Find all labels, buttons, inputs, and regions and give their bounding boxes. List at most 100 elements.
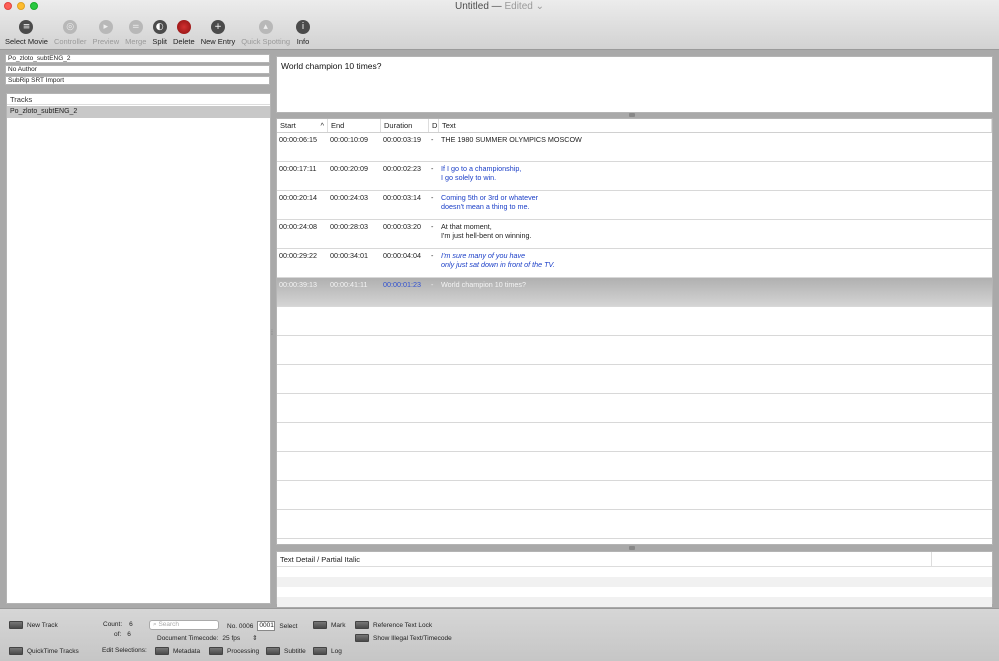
window-title-text: Untitled — (455, 1, 502, 12)
select-movie-button[interactable]: ≡ Select Movie (2, 20, 51, 46)
splitter-grip-icon[interactable] (629, 546, 635, 550)
cell-start: 00:00:06:15 (279, 135, 317, 144)
table-row[interactable]: 00:00:24:08 00:00:28:03 00:00:03:20 - At tha… (277, 220, 992, 249)
document-timecode-label: Document Timecode: (157, 634, 219, 642)
empty-row[interactable] (277, 539, 992, 544)
empty-row[interactable] (277, 307, 992, 336)
info-icon: i (296, 20, 311, 34)
toolbar-label: Split (152, 37, 167, 46)
count-label: Count: (103, 621, 123, 628)
new-entry-button[interactable]: + New Entry (198, 20, 239, 46)
merge-button[interactable]: = Merge (122, 20, 149, 46)
entry-number-input[interactable]: 0001 (257, 621, 276, 631)
window-title: Untitled — Edited ⌄ (0, 1, 999, 12)
new-entry-icon: + (210, 20, 225, 34)
text-detail-title: Text Detail / Partial Italic (280, 552, 932, 566)
show-illegal-button[interactable] (355, 634, 369, 642)
metadata-button[interactable] (155, 647, 169, 655)
of-display: of: 6 (114, 631, 131, 638)
cell-text: If I go to a championship, I go solely t… (441, 164, 522, 182)
log-button[interactable] (313, 647, 327, 655)
chevron-down-icon[interactable]: ⌄ (536, 1, 544, 12)
quicktime-tracks-label: QuickTime Tracks (27, 647, 79, 655)
info-button[interactable]: i Info (293, 20, 313, 46)
merge-icon: = (128, 20, 143, 34)
quick-spotting-button[interactable]: ▴ Quick Spotting (238, 20, 293, 46)
edited-status[interactable]: Edited (504, 1, 532, 12)
cell-d: - (431, 164, 434, 173)
splitter-grip-icon[interactable] (629, 113, 635, 117)
delete-button[interactable]: Delete (170, 20, 198, 46)
log-label: Log (331, 647, 342, 655)
cell-end: 00:00:28:03 (330, 222, 368, 231)
empty-row[interactable] (277, 481, 992, 510)
new-track-control: New Track (9, 621, 58, 629)
split-button[interactable]: ◐ Split (149, 20, 170, 46)
subtitle-text-editor[interactable]: World champion 10 times? (276, 56, 993, 113)
new-track-label: New Track (27, 621, 58, 629)
table-body: 00:00:06:15 00:00:10:09 00:00:03:19- THE 19… (277, 133, 992, 544)
search-input[interactable]: ⌕ Search (149, 620, 219, 630)
cell-d: - (431, 251, 434, 260)
empty-row[interactable] (277, 336, 992, 365)
left-panel: Po_zloto_subtENG_2 No Author SubRip SRT … (5, 54, 271, 604)
table-row[interactable]: 00:00:29:22 00:00:34:01 00:00:04:04 - I'm su… (277, 249, 992, 278)
preview-icon: ▸ (98, 20, 113, 34)
mark-control: Mark (313, 621, 345, 629)
column-text[interactable]: Text (439, 119, 992, 132)
quicktime-tracks-button[interactable] (9, 647, 23, 655)
cell-end: 00:00:41:11 (330, 280, 368, 289)
edit-selections-label: Edit Selections: (102, 647, 147, 654)
table-row[interactable]: 00:00:06:15 00:00:10:09 00:00:03:19 - THE 19… (277, 133, 992, 162)
column-d[interactable]: D (429, 119, 439, 132)
delete-icon (176, 20, 191, 34)
title-field[interactable]: Po_zloto_subtENG_2 (5, 54, 270, 63)
mark-button[interactable] (313, 621, 327, 629)
empty-row[interactable] (277, 510, 992, 539)
toolbar-label: Delete (173, 37, 195, 46)
cell-duration: 00:00:03:14 (383, 193, 421, 202)
cell-duration: 00:00:02:23 (383, 164, 421, 173)
cell-start: 00:00:39:13 (279, 280, 317, 289)
splitter-handle-icon[interactable]: ⁞ (271, 330, 274, 337)
cell-text: THE 1980 SUMMER OLYMPICS MOSCOW (441, 135, 582, 144)
text-detail-panel: Text Detail / Partial Italic (276, 551, 993, 607)
text-detail-header: Text Detail / Partial Italic (277, 552, 992, 567)
empty-row[interactable] (277, 452, 992, 481)
author-field[interactable]: No Author (5, 65, 270, 74)
new-track-button[interactable] (9, 621, 23, 629)
quick-spotting-icon: ▴ (258, 20, 273, 34)
subtitle-button[interactable] (266, 647, 280, 655)
source-field[interactable]: SubRip SRT Import (5, 76, 270, 85)
empty-row[interactable] (277, 394, 992, 423)
table-row[interactable]: 00:00:39:13 00:00:41:11 00:00:01:23 - World … (277, 278, 992, 307)
detail-row[interactable] (277, 567, 992, 577)
empty-row[interactable] (277, 365, 992, 394)
reference-text-lock-control: Reference Text Lock (355, 621, 432, 629)
detail-row[interactable] (277, 597, 992, 607)
count-value: 6 (129, 621, 133, 628)
document-timecode: Document Timecode: 25 fps ⇕ (157, 634, 258, 643)
controller-button[interactable]: ◎ Controller (51, 20, 90, 46)
fps-select[interactable]: 25 fps (222, 635, 240, 642)
cell-d: - (431, 280, 434, 289)
processing-button[interactable] (209, 647, 223, 655)
cell-end: 00:00:34:01 (330, 251, 368, 260)
reference-text-lock-button[interactable] (355, 621, 369, 629)
column-start[interactable]: Start ^ (277, 119, 328, 132)
table-row[interactable]: 00:00:17:11 00:00:20:09 00:00:02:23 - If I g… (277, 162, 992, 191)
preview-button[interactable]: ▸ Preview (89, 20, 122, 46)
select-button[interactable]: Select (279, 623, 297, 630)
mark-label: Mark (331, 621, 346, 629)
of-value: 6 (127, 631, 131, 638)
chevron-updown-icon[interactable]: ⇕ (252, 634, 257, 642)
detail-row[interactable] (277, 577, 992, 587)
column-duration[interactable]: Duration (381, 119, 429, 132)
cell-text: World champion 10 times? (441, 280, 526, 289)
column-end[interactable]: End (328, 119, 381, 132)
table-row[interactable]: 00:00:20:14 00:00:24:03 00:00:03:14 - Coming… (277, 191, 992, 220)
empty-row[interactable] (277, 423, 992, 452)
track-item[interactable]: Po_zloto_subtENG_2 (7, 106, 270, 118)
cell-end: 00:00:24:03 (330, 193, 368, 202)
detail-row[interactable] (277, 587, 992, 597)
